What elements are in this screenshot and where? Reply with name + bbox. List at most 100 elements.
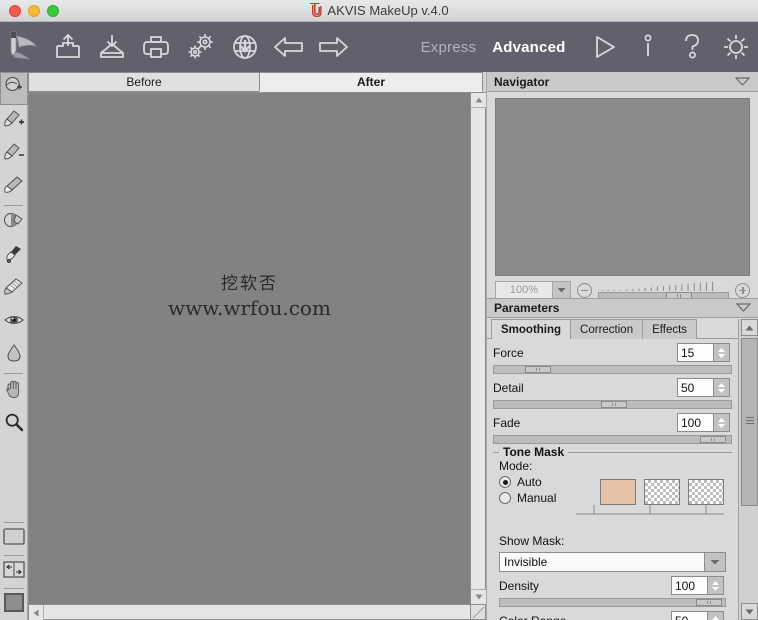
tool-hand[interactable] bbox=[0, 375, 28, 408]
tool-glamour[interactable] bbox=[0, 339, 28, 372]
detail-spinner[interactable]: 50 bbox=[677, 378, 730, 397]
fade-slider-thumb[interactable] bbox=[700, 436, 727, 443]
scroll-left-button[interactable] bbox=[29, 605, 44, 620]
tab-correction[interactable]: Correction bbox=[570, 319, 644, 339]
color-range-stepper[interactable] bbox=[707, 611, 724, 620]
tool-fit-to-view[interactable] bbox=[0, 524, 28, 554]
fade-stepper[interactable] bbox=[713, 413, 730, 432]
mode-express-button[interactable]: Express bbox=[413, 39, 485, 56]
detail-slider-thumb[interactable] bbox=[600, 401, 627, 408]
parameters-scroll-down-button[interactable] bbox=[741, 603, 758, 620]
force-slider-track[interactable] bbox=[493, 365, 732, 374]
zoom-slider[interactable] bbox=[598, 280, 729, 300]
zoom-out-button[interactable] bbox=[577, 282, 592, 298]
tone-swatch-2[interactable] bbox=[644, 479, 680, 505]
density-stepper[interactable] bbox=[707, 576, 724, 595]
zoom-dropdown-button[interactable] bbox=[553, 280, 571, 300]
detail-stepper[interactable] bbox=[713, 378, 730, 397]
density-slider-track[interactable] bbox=[499, 598, 726, 607]
chevron-down-icon[interactable] bbox=[734, 75, 751, 89]
zoom-value-input[interactable]: 100% bbox=[495, 280, 553, 300]
force-spinner[interactable]: 15 bbox=[677, 343, 730, 362]
tool-smart-retouch[interactable] bbox=[0, 72, 28, 105]
radio-auto-icon[interactable] bbox=[499, 476, 511, 488]
resize-grip[interactable] bbox=[470, 604, 485, 619]
fade-value[interactable]: 100 bbox=[677, 413, 713, 432]
tool-palette bbox=[0, 72, 28, 620]
density-slider-thumb[interactable] bbox=[695, 599, 722, 606]
tool-spot-remover[interactable] bbox=[0, 240, 28, 273]
tool-actual-size[interactable] bbox=[0, 557, 28, 587]
tab-smoothing-label: Smoothing bbox=[501, 323, 562, 336]
mode-advanced-button[interactable]: Advanced bbox=[484, 39, 573, 56]
tool-smoothing-brush-plus[interactable] bbox=[0, 105, 28, 138]
help-question-icon[interactable] bbox=[670, 24, 714, 70]
tool-divider-1 bbox=[4, 205, 23, 206]
watermark: 挖软否 www.wrfou.com bbox=[29, 273, 470, 321]
show-mask-value[interactable]: Invisible bbox=[499, 552, 704, 572]
tool-history-brush[interactable] bbox=[0, 171, 28, 204]
canvas-vertical-scrollbar[interactable] bbox=[470, 93, 486, 604]
tool-smoothing-brush-minus[interactable] bbox=[0, 138, 28, 171]
tool-zoom[interactable] bbox=[0, 408, 28, 441]
save-image-icon[interactable] bbox=[90, 24, 134, 70]
parameters-header[interactable]: Parameters bbox=[487, 298, 758, 318]
fade-row: Fade 100 bbox=[487, 409, 738, 432]
preferences-icon[interactable] bbox=[178, 24, 222, 70]
undo-icon[interactable] bbox=[267, 24, 311, 70]
tab-after[interactable]: After bbox=[259, 72, 483, 92]
main-toolbar: Express Advanced bbox=[0, 22, 758, 72]
tool-divider-4 bbox=[4, 555, 24, 556]
print-image-icon[interactable] bbox=[134, 24, 178, 70]
force-value[interactable]: 15 bbox=[677, 343, 713, 362]
navigator-header[interactable]: Navigator bbox=[487, 72, 758, 92]
settings-gear-icon[interactable] bbox=[714, 24, 758, 70]
run-play-icon[interactable] bbox=[581, 24, 625, 70]
zoom-in-button[interactable] bbox=[735, 282, 750, 298]
color-range-spinner[interactable]: 50 bbox=[671, 611, 724, 620]
tool-eye-iris[interactable] bbox=[0, 306, 28, 339]
density-value[interactable]: 100 bbox=[671, 576, 707, 595]
app-brush-icon[interactable] bbox=[0, 24, 46, 70]
tab-effects[interactable]: Effects bbox=[642, 319, 698, 339]
force-stepper[interactable] bbox=[713, 343, 730, 362]
detail-value[interactable]: 50 bbox=[677, 378, 713, 397]
scroll-down-button[interactable] bbox=[471, 589, 486, 604]
detail-label: Detail bbox=[493, 380, 524, 395]
density-spinner[interactable]: 100 bbox=[671, 576, 724, 595]
show-mask-dropdown-icon[interactable] bbox=[704, 552, 726, 572]
info-icon[interactable] bbox=[626, 24, 670, 70]
fade-slider-track[interactable] bbox=[493, 435, 732, 444]
tone-mask-title: Tone Mask bbox=[499, 445, 569, 459]
open-image-icon[interactable] bbox=[46, 24, 90, 70]
tool-background-color[interactable] bbox=[0, 590, 28, 620]
tab-before[interactable]: Before bbox=[28, 72, 260, 92]
navigator-preview[interactable] bbox=[495, 98, 750, 276]
parameters-scroll-thumb[interactable] bbox=[741, 338, 758, 506]
window-title-group: AKVIS MakeUp v.4.0 bbox=[0, 3, 758, 18]
tab-smoothing[interactable]: Smoothing bbox=[491, 319, 572, 339]
show-mask-select[interactable]: Invisible bbox=[499, 552, 726, 572]
redo-icon[interactable] bbox=[311, 24, 355, 70]
image-canvas[interactable]: 挖软否 www.wrfou.com bbox=[29, 93, 470, 604]
radio-manual-icon[interactable] bbox=[499, 492, 511, 504]
navigator-title: Navigator bbox=[494, 74, 550, 89]
image-canvas-container: 挖软否 www.wrfou.com bbox=[28, 92, 758, 620]
tab-correction-label: Correction bbox=[580, 323, 634, 336]
scroll-up-button[interactable] bbox=[471, 93, 486, 108]
tool-teeth-whitening[interactable] bbox=[0, 273, 28, 306]
teeth-whitening-icon bbox=[3, 277, 25, 302]
parameters-scroll-up-button[interactable] bbox=[741, 319, 758, 336]
parameters-scrollbar[interactable] bbox=[738, 319, 758, 620]
chevron-down-icon[interactable] bbox=[735, 301, 752, 315]
force-row: Force 15 bbox=[487, 339, 738, 362]
detail-slider-track[interactable] bbox=[493, 400, 732, 409]
tool-red-eye[interactable] bbox=[0, 207, 28, 240]
batch-processing-icon[interactable] bbox=[223, 24, 267, 70]
fade-spinner[interactable]: 100 bbox=[677, 413, 730, 432]
force-slider-thumb[interactable] bbox=[524, 366, 551, 373]
canvas-horizontal-scrollbar[interactable] bbox=[29, 604, 758, 620]
tone-swatch-3[interactable] bbox=[688, 479, 724, 505]
color-range-value[interactable]: 50 bbox=[671, 611, 707, 620]
tone-swatch-1[interactable] bbox=[600, 479, 636, 505]
